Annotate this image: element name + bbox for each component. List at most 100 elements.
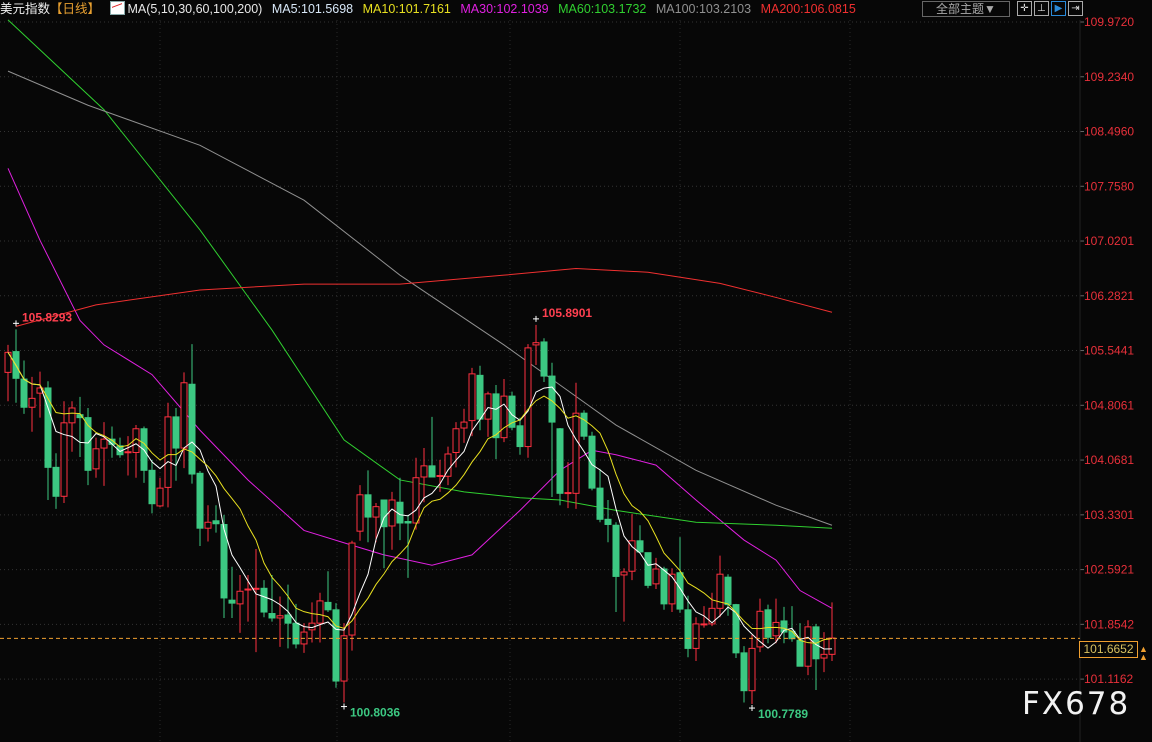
candle-down (20, 378, 28, 408)
candle-up (828, 637, 836, 655)
candle-up (388, 499, 396, 527)
candle-down (724, 576, 732, 606)
candle-down (228, 599, 236, 604)
candle-down (268, 613, 276, 619)
y-tick-label: 104.8061 (1084, 398, 1134, 412)
candle-up (620, 571, 628, 576)
ma100-line (7, 70, 833, 526)
candle-up (748, 647, 756, 692)
y-tick-label: 101.8542 (1084, 617, 1134, 631)
candle-up (452, 428, 460, 454)
candle-down (188, 383, 196, 475)
candle-down (332, 609, 340, 682)
y-tick-label: 102.5921 (1084, 563, 1134, 577)
candle-down (604, 518, 612, 525)
candle-down (684, 609, 692, 649)
ma60-line (7, 19, 833, 529)
candle-up (692, 623, 700, 649)
low-label: 100.8036 (350, 706, 400, 720)
y-tick-label: 106.2821 (1084, 289, 1134, 303)
y-tick-label: 109.2340 (1084, 70, 1134, 84)
ma30-line (7, 168, 833, 609)
candle-up (164, 416, 172, 488)
candle-down (516, 425, 524, 448)
watermark-logo: FX678 (1022, 686, 1131, 722)
candle-up (252, 587, 260, 590)
candle-up (628, 540, 636, 572)
candle-down (740, 652, 748, 692)
candle-up (412, 477, 420, 524)
candle-up (468, 373, 476, 422)
y-tick-label: 107.0201 (1084, 234, 1134, 248)
candle-up (124, 451, 132, 454)
candle-down (148, 469, 156, 505)
candle-up (820, 653, 828, 659)
candle-up (804, 626, 812, 667)
candle-up (532, 342, 540, 346)
candle-down (428, 465, 436, 478)
candle-up (572, 412, 580, 494)
candle-up (436, 475, 444, 478)
candle-up (276, 615, 284, 619)
candle-up (484, 393, 492, 420)
candle-down (644, 552, 652, 586)
y-tick-label: 107.7580 (1084, 179, 1134, 193)
candle-down (44, 387, 52, 468)
candle-down (364, 494, 372, 518)
candle-down (172, 416, 180, 449)
y-tick-label: 108.4960 (1084, 125, 1134, 139)
candle-down (788, 630, 796, 640)
candle-up (668, 573, 676, 605)
candle-down (404, 521, 412, 524)
candle-down (660, 568, 668, 605)
high-label: 105.8901 (542, 306, 592, 320)
candle-down (212, 520, 220, 525)
candle-up (524, 347, 532, 448)
candle-up (460, 421, 468, 429)
price-arrow-icon: ▲ ▲ (1139, 644, 1148, 662)
candle-down (548, 375, 556, 423)
candle-up (28, 397, 36, 408)
candle-down (636, 540, 644, 553)
candle-down (764, 609, 772, 638)
candle-up (564, 492, 572, 495)
candle-down (260, 587, 268, 613)
ma200-line (15, 267, 833, 327)
current-price-label: 101.6652 (1079, 641, 1138, 658)
candle-up (372, 506, 380, 518)
candle-up (356, 494, 364, 532)
ma5-line (7, 352, 833, 650)
candle-down (324, 601, 332, 611)
candle-down (196, 472, 204, 529)
candle-up (204, 521, 212, 529)
candle-up (652, 568, 660, 585)
y-tick-label: 109.9720 (1084, 15, 1134, 29)
candle-down (540, 341, 548, 377)
candle-up (772, 621, 780, 637)
candle-up (100, 438, 108, 449)
candle-up (700, 623, 708, 626)
candle-up (500, 395, 508, 439)
candle-up (156, 487, 164, 507)
candle-down (292, 622, 300, 645)
candle-up (420, 465, 428, 478)
y-tick-label: 103.3301 (1084, 508, 1134, 522)
candle-down (492, 393, 500, 439)
high-label: 105.8293 (22, 310, 72, 324)
candle-up (92, 448, 100, 470)
candle-up (180, 382, 188, 449)
candle-down (476, 374, 484, 420)
candle-down (596, 487, 604, 520)
candlestick-chart[interactable]: 109.9720 109.2340 108.4960 107.7580 107.0201… (0, 0, 1152, 742)
candle-up (236, 590, 244, 605)
candle-down (284, 614, 292, 624)
candle-down (580, 412, 588, 437)
y-tick-label: 101.1162 (1084, 672, 1133, 686)
candle-up (244, 588, 252, 591)
y-tick-label: 104.0681 (1084, 453, 1134, 467)
y-tick-label: 105.5441 (1084, 344, 1134, 358)
candle-up (68, 407, 76, 424)
candle-up (340, 635, 348, 682)
candle-down (52, 466, 60, 497)
low-label: 100.7789 (758, 707, 808, 721)
